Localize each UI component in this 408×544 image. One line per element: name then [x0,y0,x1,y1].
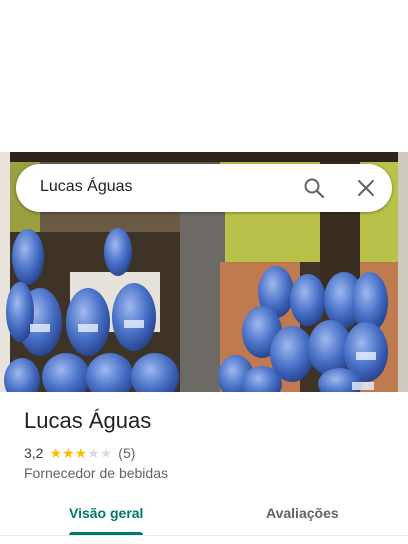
search-input[interactable]: Lucas Águas [40,178,133,196]
place-category: Fornecedor de bebidas [24,465,168,481]
divider [0,535,408,536]
close-icon[interactable] [354,176,378,200]
rating-value: 3,2 [24,445,44,461]
search-bar[interactable]: Lucas Águas [16,164,392,212]
review-count[interactable]: (5) [118,445,135,461]
tab-overview[interactable]: Visão geral [69,505,143,521]
tab-reviews[interactable]: Avaliações [266,505,339,521]
place-title: Lucas Águas [24,408,152,433]
star-icon: ★ [49,445,63,461]
star-icon: ★ [74,445,88,461]
star-empty-icon: ★ [87,445,100,461]
rating-row[interactable]: 3,2 ★ ★ ★ ★ ★ (5) [24,444,135,462]
star-icon: ★ [62,445,75,461]
star-rating: ★ ★ ★ ★ ★ [49,446,112,460]
star-empty-icon: ★ [99,445,113,461]
search-icon[interactable] [302,176,326,200]
